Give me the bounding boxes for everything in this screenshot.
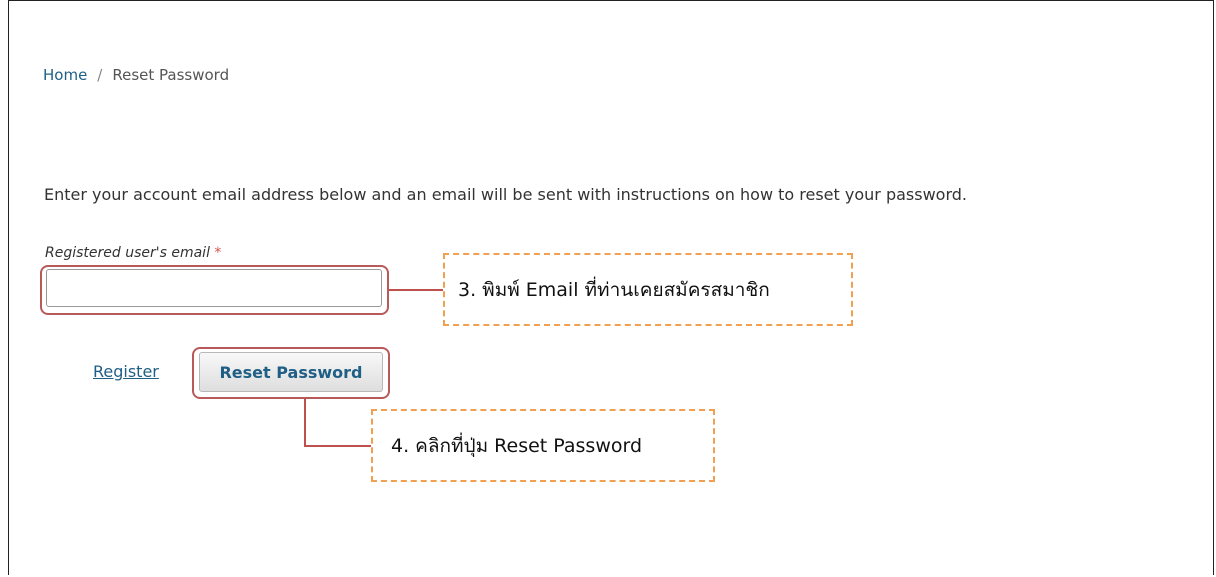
email-label-text: Registered user's email: [45, 245, 210, 261]
reset-password-button[interactable]: Reset Password: [199, 352, 383, 392]
callout-step-3: 3. พิมพ์ Email ที่ท่านเคยสมัครสมาชิก: [443, 253, 853, 326]
required-asterisk: *: [214, 245, 222, 261]
breadcrumb: Home / Reset Password: [43, 66, 229, 84]
callout-step-4-text: 4. คลิกที่ปุ่ม Reset Password: [391, 434, 643, 457]
breadcrumb-separator: /: [97, 66, 103, 84]
callout-step-4: 4. คลิกที่ปุ่ม Reset Password: [371, 409, 715, 482]
callout-4-connector-vertical: [304, 399, 306, 446]
breadcrumb-current: Reset Password: [112, 66, 230, 84]
callout-step-3-text: 3. พิมพ์ Email ที่ท่านเคยสมัครสมาชิก: [458, 278, 770, 301]
instructions-text: Enter your account email address below a…: [44, 185, 967, 204]
callout-4-connector-horizontal: [304, 445, 371, 447]
breadcrumb-home-link[interactable]: Home: [43, 66, 87, 84]
callout-3-connector: [389, 289, 443, 291]
register-link[interactable]: Register: [93, 362, 159, 381]
email-input[interactable]: [46, 269, 382, 307]
email-label: Registered user's email *: [45, 245, 221, 261]
